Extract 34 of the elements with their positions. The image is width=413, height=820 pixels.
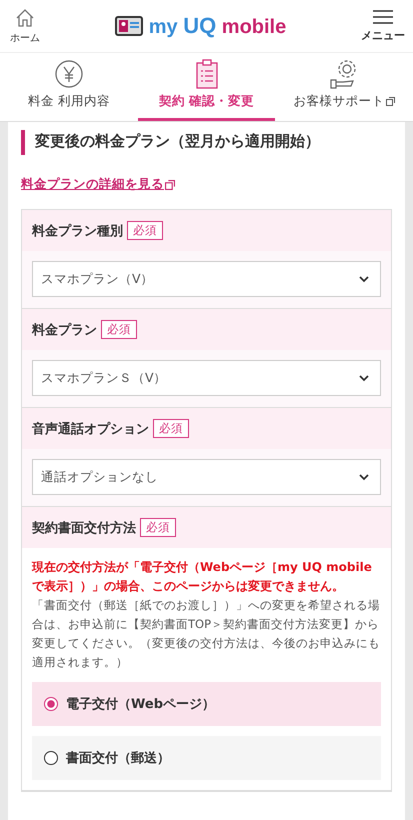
field-label: 料金プラン種別 xyxy=(32,222,123,240)
note-text: 「書面交付（郵送［紙でのお渡し］）」への変更を希望される場合は、お申込前に【契約書面TOP＞契約書面交付方法変更】から変更してください。（変更後の交付方法は、今後のお申込みにも適用されます。） xyxy=(32,597,381,671)
required-badge: 必須 xyxy=(101,320,137,339)
radio-button[interactable] xyxy=(44,697,58,711)
section-title: 変更後の料金プラン（翌月から適用開始） xyxy=(21,130,392,155)
plan-details-link[interactable]: 料金プランの詳細を見る xyxy=(21,176,175,193)
home-button[interactable]: ホーム xyxy=(10,4,40,48)
nav-tab[interactable]: お客様サポート xyxy=(275,53,413,121)
menu-icon xyxy=(372,9,394,25)
chevron-down-icon xyxy=(358,473,370,481)
plan-dropdown[interactable]: スマホプラン（V） xyxy=(32,261,381,297)
nav-tab[interactable]: 料金 利用内容 xyxy=(0,53,138,121)
external-link-icon xyxy=(386,97,395,106)
plan-dropdown[interactable]: スマホプランＳ（V） xyxy=(32,360,381,396)
field-label: 契約書面交付方法 xyxy=(32,520,136,536)
clipboard-icon xyxy=(194,59,218,89)
required-badge: 必須 xyxy=(140,518,176,537)
yen-icon xyxy=(54,59,84,89)
chevron-down-icon xyxy=(358,275,370,283)
field-label: 料金プラン xyxy=(32,322,97,338)
home-icon xyxy=(15,8,35,28)
warning-text: 現在の交付方法が「電子交付（Webページ［my UQ mobileで表示］）」の場合、このページからは変更できません。 xyxy=(32,559,373,595)
menu-button[interactable]: メニュー xyxy=(360,5,405,47)
radio-option[interactable]: 電子交付（Webページ） xyxy=(32,682,381,726)
external-link-icon xyxy=(165,180,175,190)
plan-dropdown[interactable]: 通話オプションなし xyxy=(32,459,381,495)
required-badge: 必須 xyxy=(153,419,189,438)
required-badge: 必須 xyxy=(127,221,163,240)
field-label: 音声通話オプション xyxy=(32,420,149,438)
radio-option[interactable]: 書面交付（郵送） xyxy=(32,736,381,780)
logo: my UQ mobile xyxy=(148,13,286,39)
card-icon xyxy=(114,16,143,36)
radio-button[interactable] xyxy=(44,751,58,765)
chevron-down-icon xyxy=(358,374,370,382)
